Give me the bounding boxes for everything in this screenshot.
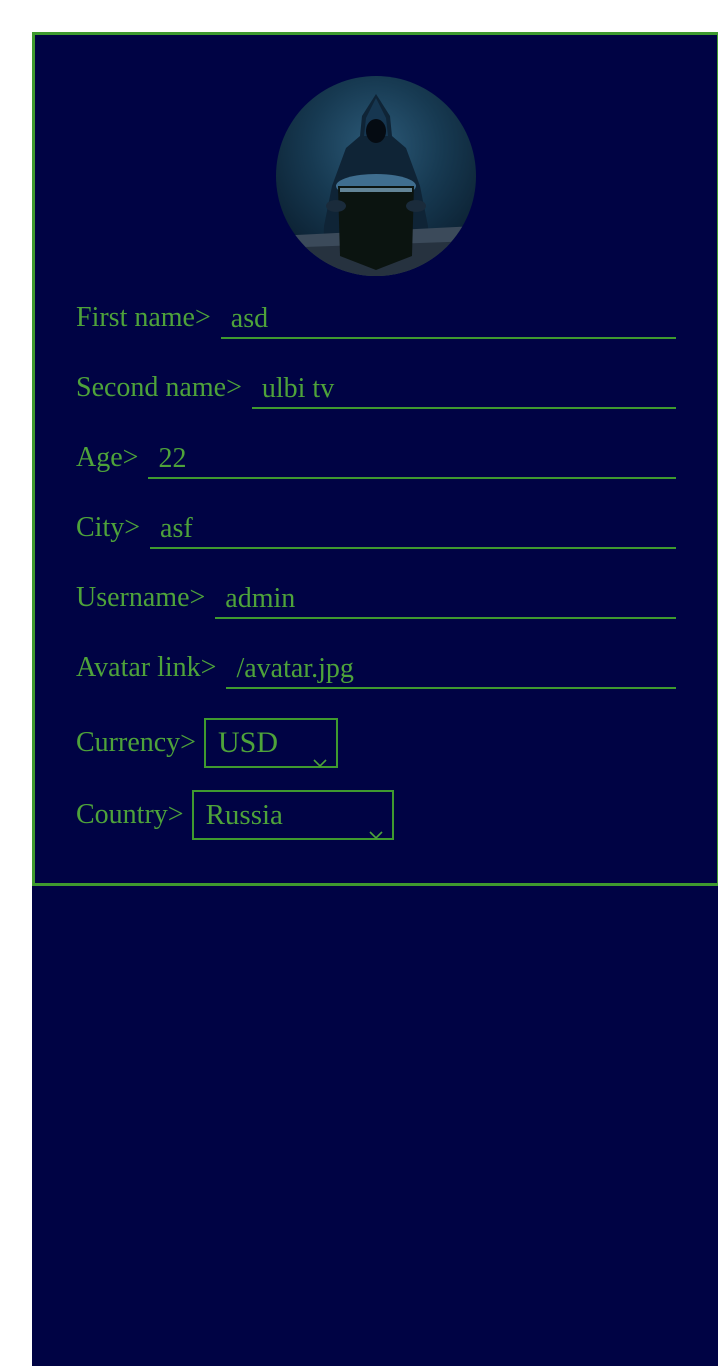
currency-row: Currency> USD xyxy=(76,717,676,769)
avatar xyxy=(276,76,476,276)
first-name-row: First name> xyxy=(76,299,676,339)
currency-label: Currency> xyxy=(76,727,196,758)
profile-card: First name> Second name> Age> City> User… xyxy=(32,32,718,886)
city-label: City> xyxy=(76,512,141,543)
chevron-down-icon xyxy=(312,736,328,782)
username-row: Username> xyxy=(76,579,676,619)
second-name-row: Second name> xyxy=(76,369,676,409)
city-input[interactable] xyxy=(150,511,676,549)
currency-select[interactable]: USD xyxy=(203,718,338,768)
second-name-input[interactable] xyxy=(251,371,676,409)
chevron-down-icon xyxy=(368,808,384,854)
hacker-avatar-image xyxy=(276,94,476,276)
country-row: Country> Russia xyxy=(76,789,676,841)
country-select[interactable]: Russia xyxy=(191,790,394,840)
first-name-input[interactable] xyxy=(220,301,676,339)
country-label: Country> xyxy=(76,799,184,830)
second-name-label: Second name> xyxy=(76,372,242,403)
avatar-link-label: Avatar link> xyxy=(76,652,217,683)
avatar-link-input[interactable] xyxy=(226,651,676,689)
age-row: Age> xyxy=(76,439,676,479)
age-input[interactable] xyxy=(148,441,676,479)
country-selected-value: Russia xyxy=(205,799,283,831)
first-name-label: First name> xyxy=(76,302,211,333)
currency-selected-value: USD xyxy=(217,726,278,759)
avatar-link-row: Avatar link> xyxy=(76,649,676,689)
username-input[interactable] xyxy=(215,581,676,619)
city-row: City> xyxy=(76,509,676,549)
username-label: Username> xyxy=(76,582,206,613)
age-label: Age> xyxy=(76,442,139,473)
